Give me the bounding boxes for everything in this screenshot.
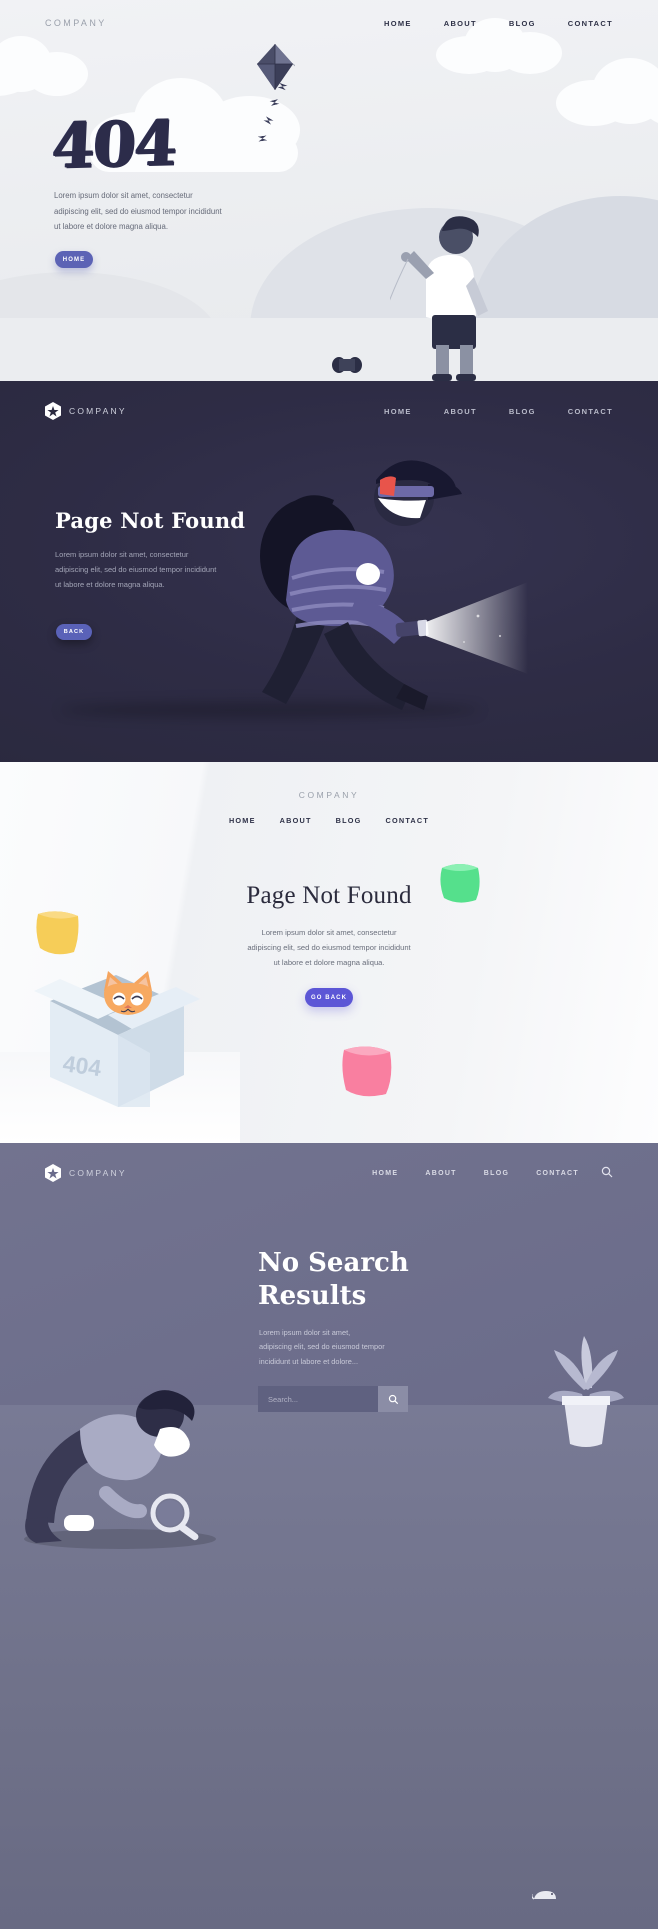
panel1-brand: COMPANY [45, 18, 107, 28]
mouse-illustration [532, 1891, 556, 1900]
panel-cat-in-box: 404 COMPANY HOME ABOUT BLOG CONTACT Page… [0, 762, 658, 1143]
panel2-nav-about[interactable]: ABOUT [444, 407, 477, 416]
search-submit-button[interactable] [378, 1386, 408, 1412]
panel3-nav-blog[interactable]: BLOG [336, 816, 362, 825]
panel2-brand: COMPANY [69, 406, 127, 416]
panel4-headline-line-1: No Search [258, 1248, 409, 1278]
box-404-text: 404 [61, 1050, 103, 1081]
search-input[interactable] [258, 1386, 378, 1412]
panel1-home-button[interactable]: HOME [55, 251, 93, 268]
panel3-body-line-3: ut labore et dolore magna aliqua. [273, 958, 385, 968]
panel3-nav-contact[interactable]: CONTACT [386, 816, 430, 825]
panel-page-not-found-dark: COMPANY HOME ABOUT BLOG CONTACT Page Not… [0, 381, 658, 762]
panel1-nav-about[interactable]: ABOUT [444, 19, 477, 28]
panel3-navbar: HOME ABOUT BLOG CONTACT [0, 816, 658, 825]
panel2-nav-contact[interactable]: CONTACT [568, 407, 613, 416]
panel2-body-line-3: ut labore et dolore magna aliqua. [55, 580, 165, 589]
panel4-body-line-3: incididunt ut labore et dolore... [259, 1356, 359, 1366]
panel1-nav-contact[interactable]: CONTACT [568, 19, 613, 28]
panel4-brand: COMPANY [69, 1168, 127, 1178]
panel2-nav-home[interactable]: HOME [384, 407, 412, 416]
kite-spool-icon [332, 357, 362, 373]
panel4-body-line-1: Lorem ipsum dolor sit amet, [259, 1328, 351, 1337]
panel3-body-copy: Lorem ipsum dolor sit amet, consectetur … [0, 925, 658, 971]
panel2-body-line-1: Lorem ipsum dolor sit amet, consectetur [55, 550, 189, 559]
kite-tail [276, 78, 346, 148]
panel2-nav-links: HOME ABOUT BLOG CONTACT [384, 407, 613, 416]
panel3-body-line-2: adipiscing elit, sed do eiusmod tempor i… [247, 943, 411, 953]
cat-illustration [104, 971, 152, 1015]
panel2-navbar: COMPANY HOME ABOUT BLOG CONTACT [0, 395, 658, 427]
ground [0, 318, 658, 381]
boy-flying-kite-illustration [390, 216, 488, 381]
panel2-back-button[interactable]: BACK [56, 624, 92, 640]
panel4-nav-home[interactable]: HOME [372, 1170, 398, 1177]
panel4-headline-line-2: Results [258, 1281, 367, 1312]
panel1-body-line-1: Lorem ipsum dolor sit amet, consectetur [54, 191, 193, 200]
man-searching-illustration [24, 1390, 216, 1549]
panel2-body-copy: Lorem ipsum dolor sit amet, consectetur … [55, 547, 260, 592]
panel1-body-line-3: ut labore et dolore magna aliqua. [54, 222, 168, 232]
panel2-headline: Page Not Found [55, 508, 246, 533]
panel1-body-copy: Lorem ipsum dolor sit amet, consectetur … [54, 188, 264, 235]
panel3-nav-about[interactable]: ABOUT [280, 816, 312, 825]
hexagon-star-icon [45, 402, 61, 420]
panel4-body-copy: Lorem ipsum dolor sit amet, adipiscing e… [259, 1326, 439, 1369]
cloud-right [556, 58, 658, 128]
panel4-headline: No Search Results [258, 1247, 409, 1314]
search-icon [388, 1394, 398, 1404]
panel3-brand: COMPANY [298, 790, 360, 800]
panel1-nav-links: HOME ABOUT BLOG CONTACT [384, 19, 613, 28]
panel3-body-line-1: Lorem ipsum dolor sit amet, consectetur [261, 928, 397, 937]
panel2-body-line-2: adipiscing elit, sed do eiusmod tempor i… [55, 565, 217, 574]
panel4-navbar: COMPANY HOME ABOUT BLOG CONTACT [0, 1157, 658, 1189]
thief-illustration [260, 460, 528, 710]
hexagon-star-icon [45, 1164, 61, 1182]
panel3-headline: Page Not Found [246, 882, 412, 909]
panel3-nav-home[interactable]: HOME [229, 816, 256, 825]
panel4-nav-links: HOME ABOUT BLOG CONTACT [372, 1170, 579, 1177]
sticky-note-pink [342, 1046, 392, 1097]
panel4-nav-blog[interactable]: BLOG [484, 1170, 509, 1177]
panel1-nav-home[interactable]: HOME [384, 19, 412, 28]
panel3-go-back-button[interactable]: GO BACK [305, 988, 353, 1007]
panel2-nav-blog[interactable]: BLOG [509, 407, 536, 416]
panel4-body-line-2: adipiscing elit, sed do eiusmod tempor [259, 1342, 385, 1352]
search-bar[interactable] [258, 1386, 408, 1412]
panel1-nav-blog[interactable]: BLOG [509, 19, 536, 28]
panel1-navbar: COMPANY HOME ABOUT BLOG CONTACT [0, 0, 658, 46]
panel1-body-line-2: adipiscing elit, sed do eiusmod tempor i… [54, 206, 222, 216]
panel-no-search-results: COMPANY HOME ABOUT BLOG CONTACT No Searc… [0, 1143, 658, 1929]
potted-plant-illustration [548, 1336, 624, 1447]
panel4-nav-about[interactable]: ABOUT [425, 1170, 456, 1177]
panel1-404-headline: 404 [50, 106, 178, 183]
panel4-nav-contact[interactable]: CONTACT [536, 1170, 579, 1177]
panel-404-kite: COMPANY HOME ABOUT BLOG CONTACT 404 Lore… [0, 0, 658, 381]
